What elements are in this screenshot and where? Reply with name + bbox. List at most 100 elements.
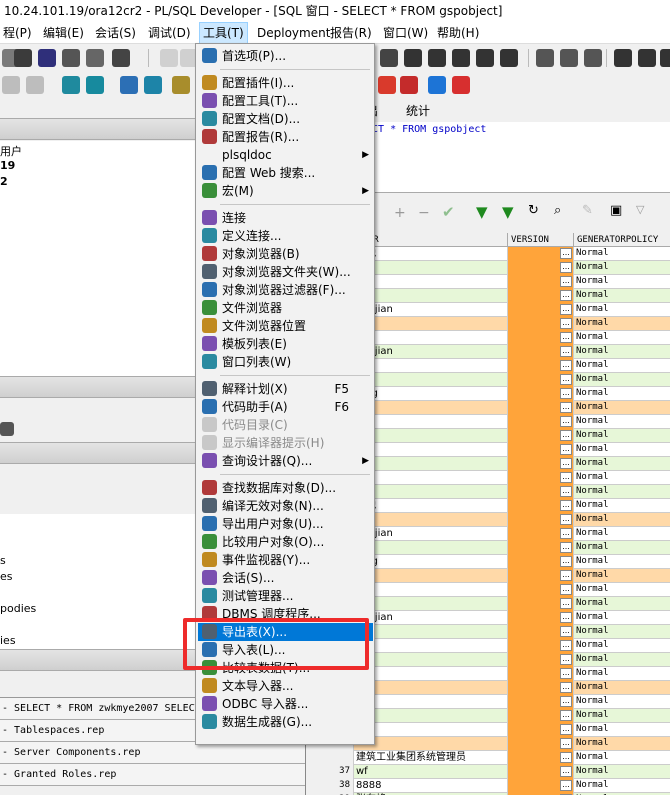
menu-item-document-config[interactable]: 配置文档(D)... — [198, 110, 373, 128]
cell-creator[interactable]: wf — [354, 765, 508, 779]
menu-item-code-assistant[interactable]: 代码助手(A) F6 — [198, 398, 373, 416]
find-icon[interactable]: ⌕ — [554, 203, 561, 218]
menu-item-plsqldoc[interactable]: plsqldoc ▶ — [198, 146, 373, 164]
tb-icon[interactable] — [2, 76, 20, 94]
menu-item-event-monitor[interactable]: 事件监视器(Y)... — [198, 551, 373, 569]
cell-creator[interactable] — [354, 737, 508, 751]
table-row[interactable]: 建筑工业集团系统管理员... Normal — [306, 751, 670, 765]
cell-editor-button[interactable]: ... — [560, 668, 572, 679]
list-item[interactable]: 2 — [0, 175, 8, 188]
menu-session[interactable]: 会话(S) — [92, 22, 139, 44]
cell-creator[interactable] — [354, 317, 508, 331]
refresh-icon[interactable]: ↻ — [528, 203, 539, 218]
menu-item-query-designer[interactable]: 查询设计器(Q)... ▶ — [198, 452, 373, 470]
cell-creator[interactable] — [354, 471, 508, 485]
export-icon[interactable]: ▣ — [610, 203, 622, 218]
cell-creator[interactable]: 虎 — [354, 653, 508, 667]
cell-creator[interactable]: c03 — [354, 275, 508, 289]
cell-generatorpolicy[interactable]: Normal — [574, 373, 670, 387]
cell-editor-button[interactable]: ... — [560, 542, 572, 553]
menu-item-find-objects[interactable]: 查找数据库对象(D)... — [198, 479, 373, 497]
tb-icon[interactable] — [660, 49, 670, 67]
cell-creator[interactable]: 存 — [354, 289, 508, 303]
menu-item-browser-folder[interactable]: 对象浏览器文件夹(W)... — [198, 263, 373, 281]
table-row[interactable]: 37 wf... Normal — [306, 765, 670, 779]
cell-generatorpolicy[interactable]: Normal — [574, 527, 670, 541]
menu-item-sessions[interactable]: 会话(S)... — [198, 569, 373, 587]
menu-item-template-list[interactable]: 模板列表(E) — [198, 335, 373, 353]
cell-editor-button[interactable]: ... — [560, 290, 572, 301]
menu-item-define-connection[interactable]: 定义连接... — [198, 227, 373, 245]
tb-icon[interactable] — [400, 76, 418, 94]
cell-generatorpolicy[interactable]: Normal — [574, 681, 670, 695]
tb-icon[interactable] — [452, 49, 470, 67]
query-builder-icon[interactable] — [62, 76, 80, 94]
cell-generatorpolicy[interactable]: Normal — [574, 639, 670, 653]
menu-item-report-config[interactable]: 配置报告(R)... — [198, 128, 373, 146]
cell-generatorpolicy[interactable]: Normal — [574, 583, 670, 597]
cell-editor-button[interactable]: ... — [560, 500, 572, 511]
cell-creator[interactable]: 建 — [354, 261, 508, 275]
cell-generatorpolicy[interactable]: Normal — [574, 625, 670, 639]
menu-item-wrench[interactable]: 首选项(P)... — [198, 47, 373, 65]
tb-icon[interactable] — [26, 76, 44, 94]
tb-icon[interactable] — [584, 49, 602, 67]
cell-editor-button[interactable]: ... — [560, 332, 572, 343]
menu-deployment[interactable]: Deployment — [254, 22, 333, 44]
cell-creator[interactable]: ongjian — [354, 345, 508, 359]
tb-icon[interactable] — [536, 49, 554, 67]
cell-editor-button[interactable]: ... — [560, 262, 572, 273]
column-header-generatorpolicy[interactable]: GENERATORPOLICY — [574, 233, 670, 247]
cell-editor-button[interactable]: ... — [560, 752, 572, 763]
cell-generatorpolicy[interactable]: Normal — [574, 429, 670, 443]
post-changes-icon[interactable]: ✔ — [442, 203, 455, 221]
cell-editor-button[interactable]: ... — [560, 304, 572, 315]
cell-editor-button[interactable]: ... — [560, 472, 572, 483]
cell-generatorpolicy[interactable]: Normal — [574, 457, 670, 471]
cell-editor-button[interactable]: ... — [560, 738, 572, 749]
tb-icon[interactable] — [428, 49, 446, 67]
menu-tools[interactable]: 工具(T) — [199, 22, 248, 44]
menu-item-text-importer[interactable]: 文本导入器... — [198, 677, 373, 695]
menu-item-window-list[interactable]: 窗口列表(W) — [198, 353, 373, 371]
cell-generatorpolicy[interactable]: Normal — [574, 611, 670, 625]
menu-item-odbc-importer[interactable]: ODBC 导入器... — [198, 695, 373, 713]
tb-icon[interactable] — [144, 76, 162, 94]
table-row[interactable]: 38 8888... Normal — [306, 779, 670, 793]
cascade-windows-icon[interactable] — [638, 49, 656, 67]
cell-creator[interactable] — [354, 667, 508, 681]
cell-generatorpolicy[interactable]: Normal — [574, 401, 670, 415]
cell-generatorpolicy[interactable]: Normal — [574, 345, 670, 359]
cell-editor-button[interactable]: ... — [560, 626, 572, 637]
cell-creator[interactable]: 3 — [354, 359, 508, 373]
list-item[interactable]: podies — [0, 602, 36, 615]
cell-generatorpolicy[interactable]: Normal — [574, 541, 670, 555]
cell-generatorpolicy[interactable]: Normal — [574, 289, 670, 303]
menu-report[interactable]: 报告(R) — [327, 22, 375, 44]
tab-statistics[interactable]: 统计 — [406, 102, 430, 120]
cell-generatorpolicy[interactable]: Normal — [574, 695, 670, 709]
tb-icon[interactable] — [476, 49, 494, 67]
menu-item-browser-filter[interactable]: 对象浏览器过滤器(F)... — [198, 281, 373, 299]
print-preview-icon[interactable] — [62, 49, 80, 67]
column-header-version[interactable]: VERSION — [508, 233, 574, 247]
cell-creator[interactable]: 说锐 — [354, 499, 508, 513]
menu-debug[interactable]: 调试(D) — [145, 22, 194, 44]
cell-generatorpolicy[interactable]: Normal — [574, 667, 670, 681]
tb-icon[interactable] — [378, 76, 396, 94]
cell-editor-button[interactable]: ... — [560, 598, 572, 609]
list-item[interactable]: 19 — [0, 159, 15, 172]
menu-window[interactable]: 窗口(W) — [380, 22, 431, 44]
delete-record-icon[interactable]: − — [418, 205, 430, 221]
window-list-item[interactable]: - Server Components.rep — [0, 742, 305, 764]
cell-editor-button[interactable]: ... — [560, 696, 572, 707]
cell-generatorpolicy[interactable]: Normal — [574, 513, 670, 527]
cell-generatorpolicy[interactable]: Normal — [574, 569, 670, 583]
menu-item-macro[interactable]: 宏(M) ▶ — [198, 182, 373, 200]
cell-creator[interactable]: ongjian — [354, 303, 508, 317]
cell-generatorpolicy[interactable]: Normal — [574, 275, 670, 289]
menu-item-tools-config[interactable]: 配置工具(T)... — [198, 92, 373, 110]
cell-editor-button[interactable]: ... — [560, 640, 572, 651]
cell-editor-button[interactable]: ... — [560, 514, 572, 525]
cell-creator[interactable]: 建筑工业集团系统管理员 — [354, 751, 508, 765]
